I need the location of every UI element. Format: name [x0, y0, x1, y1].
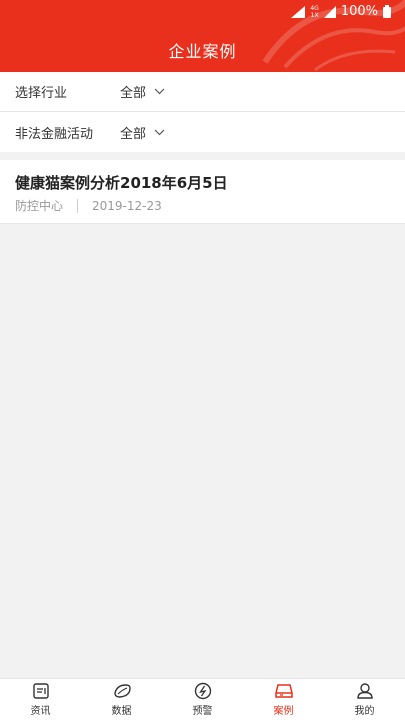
- tab-case[interactable]: 案例: [243, 679, 324, 720]
- article-meta: 防控中心 2019-12-23: [15, 197, 162, 214]
- cell-signal-icon: [323, 5, 336, 18]
- filter-label: 非法金融活动: [15, 126, 94, 142]
- chevron-down-icon: [154, 129, 165, 135]
- filter-industry[interactable]: 选择行业 全部: [0, 72, 405, 112]
- filter-value: 全部: [120, 86, 147, 101]
- article-source: 防控中心: [15, 199, 64, 213]
- chevron-down-icon: [154, 88, 165, 95]
- filter-dropdown[interactable]: 全部: [120, 123, 165, 142]
- data-icon: [113, 684, 131, 698]
- article-title: 健康猫案例分析2018年6月5日: [15, 174, 228, 192]
- tab-news[interactable]: 资讯: [0, 679, 81, 720]
- warning-icon: [194, 682, 211, 700]
- tab-label: 我的: [354, 706, 375, 717]
- tab-label: 预警: [192, 706, 213, 717]
- filter-value: 全部: [120, 126, 147, 142]
- tab-label: 案例: [273, 706, 294, 717]
- wifi-signal-icon: [291, 5, 306, 18]
- tab-label: 数据: [111, 706, 132, 717]
- article-date: 2019-12-23: [92, 198, 162, 213]
- page-title: 企业案例: [168, 42, 237, 61]
- tab-label: 资讯: [30, 706, 51, 717]
- status-bar: 4G 1X 100%: [0, 0, 405, 26]
- list-item[interactable]: 健康猫案例分析2018年6月5日 防控中心 2019-12-23: [0, 160, 405, 224]
- filter-activity[interactable]: 非法金融活动 全部: [0, 112, 405, 152]
- filter-label: 选择行业: [15, 86, 68, 101]
- network-type: 4G 1X: [310, 4, 319, 19]
- news-icon: [32, 683, 49, 699]
- tab-mine[interactable]: 我的: [324, 679, 405, 720]
- app-header: 4G 1X 100% 企业案例: [0, 0, 405, 72]
- tab-data[interactable]: 数据: [81, 679, 162, 720]
- user-icon: [356, 683, 373, 699]
- case-icon: [274, 684, 293, 698]
- battery-icon: [383, 5, 391, 18]
- divider: [77, 198, 79, 213]
- tab-warning[interactable]: 预警: [162, 679, 243, 720]
- bottom-tab-bar: 资讯 数据 预警 案例 我的: [0, 678, 405, 720]
- battery-percent: 100%: [340, 4, 378, 19]
- filter-dropdown[interactable]: 全部: [120, 82, 165, 101]
